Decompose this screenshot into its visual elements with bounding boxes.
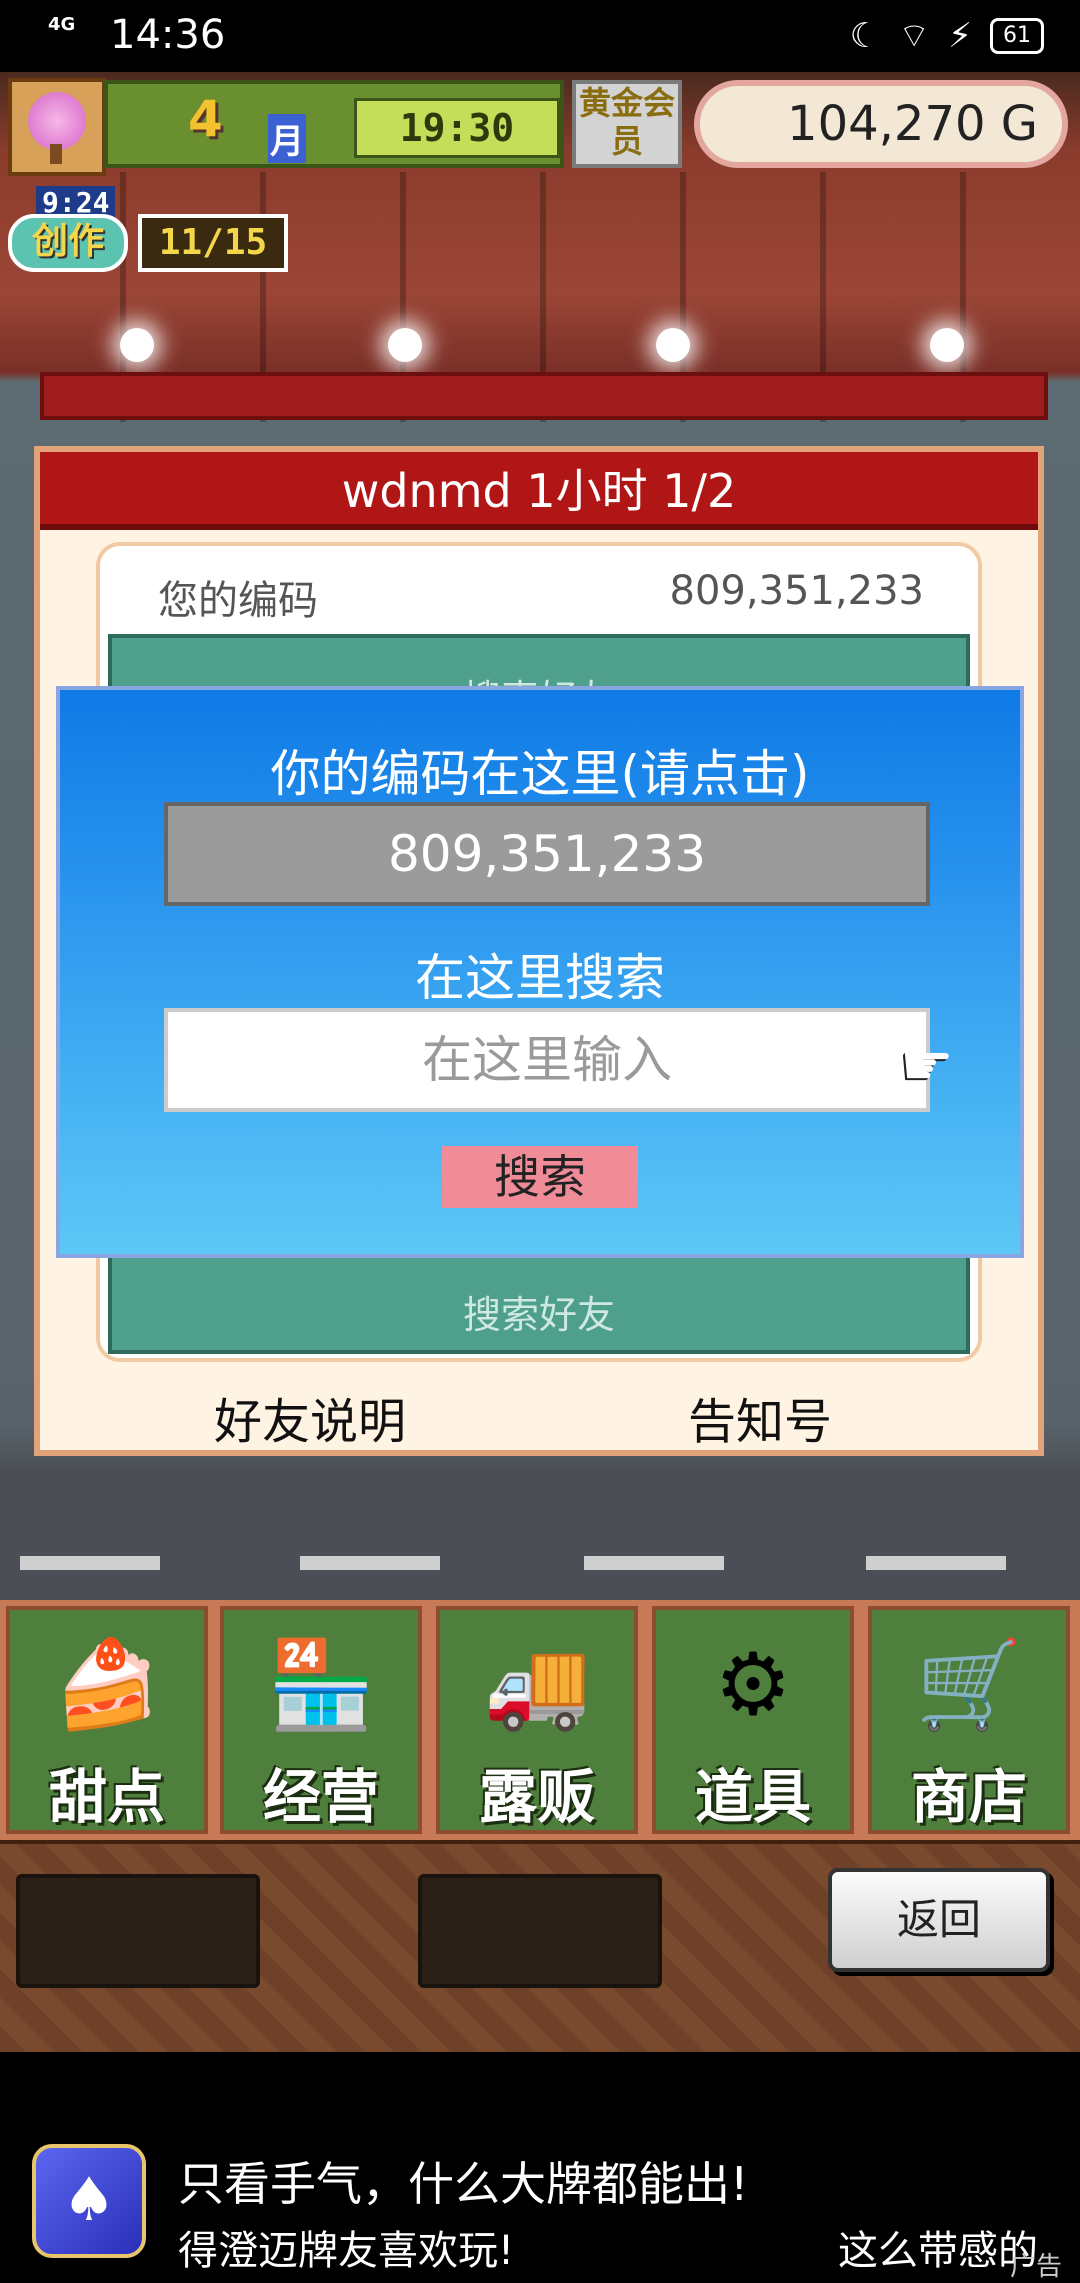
cake-icon: 🍰	[53, 1635, 161, 1735]
road-marking	[584, 1556, 724, 1570]
search-button[interactable]: 搜索	[442, 1146, 638, 1208]
charging-icon: ⚡	[948, 15, 972, 56]
your-code-label: 您的编码	[158, 578, 318, 624]
menu-label: 商店	[910, 1763, 1027, 1831]
cart-icon: 🛒	[915, 1635, 1023, 1735]
network-indicator: 4G	[48, 14, 76, 35]
search-label: 在这里搜索	[415, 949, 665, 1007]
bottom-dock: 返回	[0, 1840, 1080, 2054]
empty-slot	[16, 1874, 260, 1988]
moon-icon: ☾	[849, 15, 881, 56]
menu-manage-button[interactable]: 🏪 经营	[220, 1606, 422, 1834]
battery-icon: 61	[990, 17, 1044, 54]
pointing-hand-icon: ☚	[900, 1030, 954, 1100]
food-truck-icon: 🚚	[483, 1635, 591, 1735]
shop-icon: 🏪	[267, 1635, 375, 1735]
menu-label: 道具	[694, 1763, 811, 1831]
search-input[interactable]	[164, 1008, 930, 1112]
search-dialog: 你的编码在这里(请点击) 809,351,233 在这里搜索 ☚ 搜索	[56, 686, 1024, 1258]
ad-banner[interactable]: ♠ 只看手气，什么大牌都能出! 得澄迈牌友喜欢玩! 这么带感的 广告	[0, 2052, 1080, 2282]
menu-store-button[interactable]: 🛒 商店	[868, 1606, 1070, 1834]
status-time: 14:36	[110, 12, 226, 58]
shop-tree-icon[interactable]	[8, 78, 106, 176]
menu-items-button[interactable]: ⚙ 道具	[652, 1606, 854, 1834]
items-icon: ⚙	[714, 1635, 792, 1735]
money-display: 104,270 G	[694, 80, 1068, 168]
notice-button[interactable]: 告知号	[688, 1382, 832, 1452]
panel-header: wdnmd 1小时 1/2	[40, 452, 1038, 530]
back-button[interactable]: 返回	[828, 1868, 1050, 1972]
status-icons: ☾ ⌔ ⚡ 61	[850, 14, 1044, 57]
your-code-value: 809,351,233	[669, 568, 924, 614]
shop-awning	[40, 372, 1048, 420]
create-progress: 11/15	[138, 214, 288, 272]
ad-headline[interactable]: 只看手气，什么大牌都能出!	[178, 2148, 748, 2214]
menu-label: 甜点	[48, 1763, 165, 1831]
menu-stall-button[interactable]: 🚚 露贩	[436, 1606, 638, 1834]
create-label: 创作	[8, 214, 128, 272]
empty-slot	[418, 1874, 662, 1988]
ad-app-icon[interactable]: ♠	[32, 2144, 146, 2258]
friend-help-button[interactable]: 好友说明	[214, 1382, 406, 1452]
search-friends-label: 搜索好友	[462, 1293, 615, 1337]
menu-dessert-button[interactable]: 🍰 甜点	[6, 1606, 208, 1834]
menu-label: 露贩	[478, 1763, 595, 1831]
menu-label: 经营	[262, 1763, 379, 1831]
dialog-title: 你的编码在这里(请点击)	[270, 745, 810, 803]
gold-member-badge[interactable]: 黄金会员	[572, 80, 682, 168]
create-status[interactable]: 9:24 创作 11/15	[8, 186, 288, 276]
road-marking	[300, 1556, 440, 1570]
road-marking	[20, 1556, 160, 1570]
date-display: 4 月 19:30	[104, 80, 564, 168]
game-clock: 19:30	[354, 98, 560, 158]
ad-subline[interactable]: 得澄迈牌友喜欢玩!	[178, 2218, 514, 2276]
wifi-icon: ⌔	[898, 16, 931, 56]
road-marking	[866, 1556, 1006, 1570]
main-menu: 🍰 甜点 🏪 经营 🚚 露贩 ⚙ 道具 🛒 商店	[0, 1600, 1080, 1840]
month-number: 4	[188, 90, 223, 148]
ad-tag: 广告	[1010, 2252, 1063, 2282]
month-unit: 月	[268, 114, 306, 163]
ad-subline-right[interactable]: 这么带感的	[838, 2218, 1038, 2276]
status-bar: 4G 14:36 ☾ ⌔ ⚡ 61	[0, 0, 1080, 72]
your-code-button[interactable]: 809,351,233	[164, 802, 930, 906]
